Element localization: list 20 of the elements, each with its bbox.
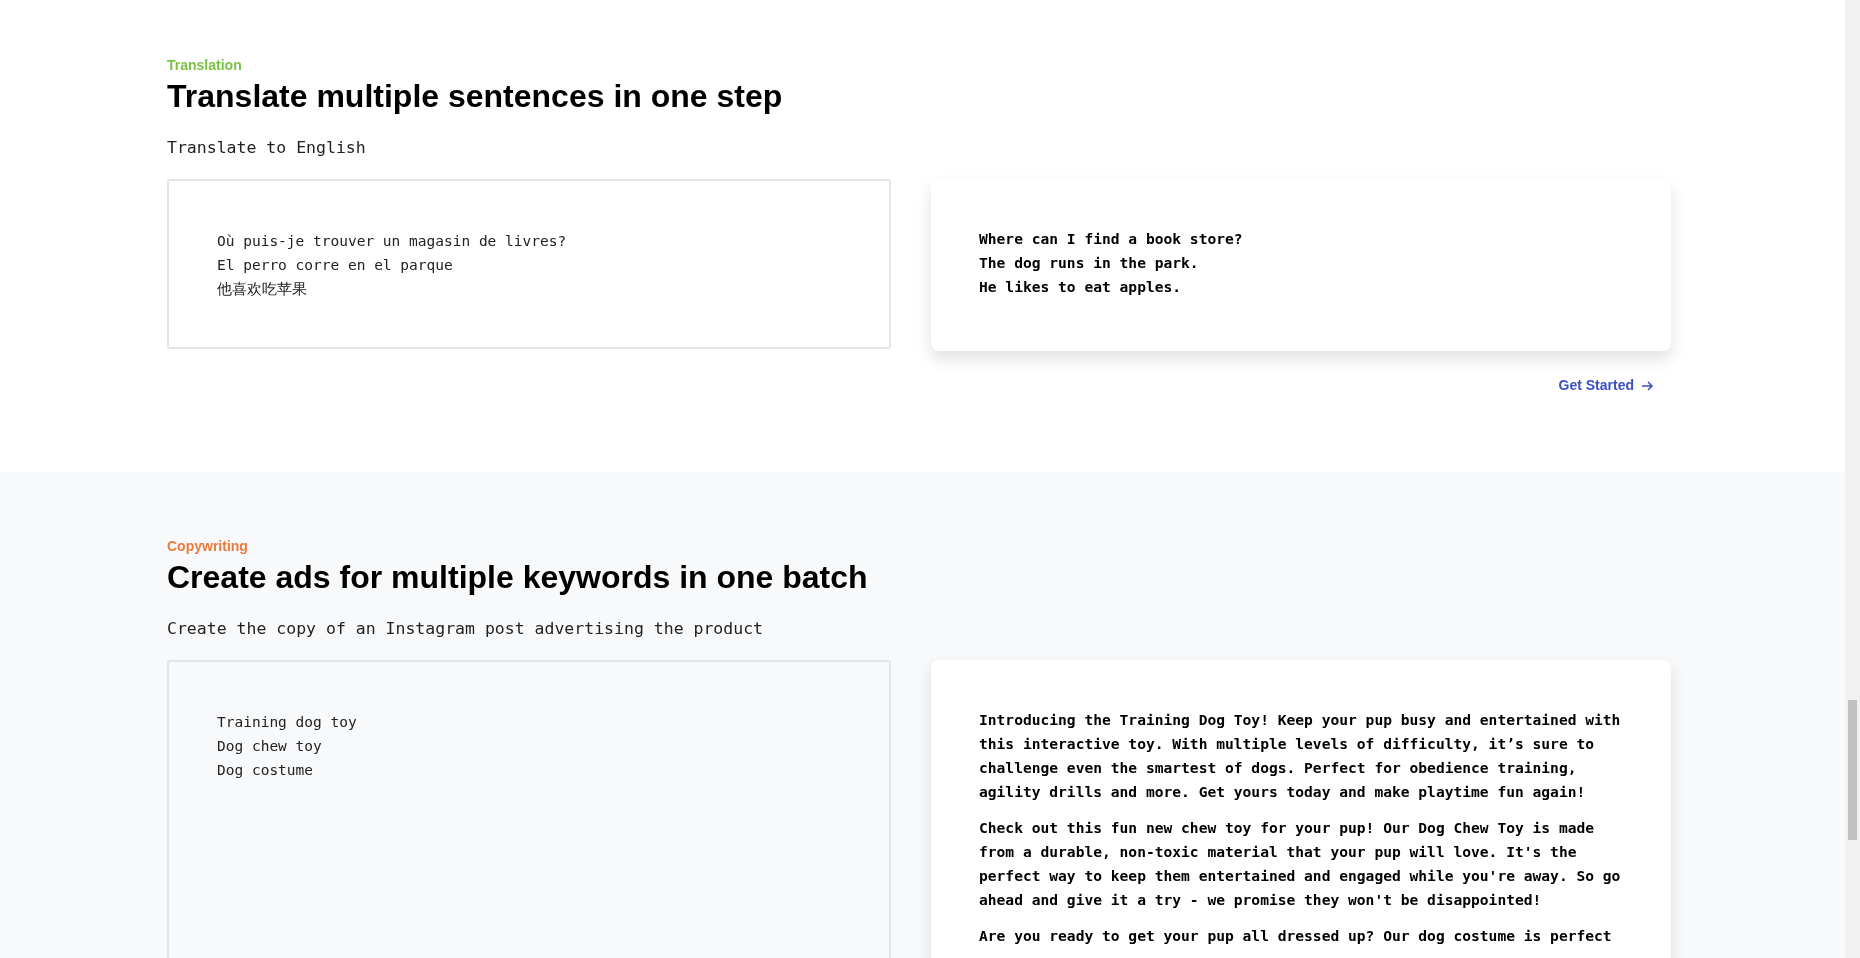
output-text: Introducing the Training Dog Toy! Keep your pup busy and entertained with this interactive toy. With multiple levels of difficulty, it’s sure to challenge even the smartest of dogs. Perfect for obedience training, agility drills and more. Get yours today and make playtime fun again! [979, 710, 1622, 802]
input-line: Dog costume [217, 761, 314, 780]
prompt-instruction: Translate to English [167, 137, 366, 159]
output-text: Check out this fun new chew toy for your pup! Our Dog Chew Toy is made from a durable, non-toxic material that your pup will love. It's the perfect way to keep them entertained and engaged while you're away. So go ahead and give it a try - we promise they won't be disappointed! [979, 818, 1622, 910]
input-line: Training dog toy [217, 713, 357, 732]
output-text: Are you ready to get your pup all dressed up? Our dog costume is perfect [979, 926, 1613, 946]
input-line: Dog chew toy [217, 737, 322, 756]
scrollbar[interactable] [1845, 0, 1860, 958]
scrollbar-thumb[interactable] [1848, 700, 1857, 840]
input-line: El perro corre en el parque [217, 256, 453, 275]
section-heading: Create ads for multiple keywords in one batch [167, 558, 868, 597]
arrow-right-icon [1640, 378, 1654, 393]
input-line: 他喜欢吃苹果 [217, 280, 307, 299]
get-started-link[interactable]: Get Started [1558, 375, 1654, 396]
output-text: Where can I find a book store? The dog runs in the park. He likes to eat apples. [979, 229, 1244, 297]
section-eyebrow: Copywriting [167, 537, 248, 555]
section-eyebrow: Translation [167, 56, 242, 74]
prompt-instruction: Create the copy of an Instagram post advertising the product [167, 618, 764, 640]
input-line: Où puis-je trouver un magasin de livres? [217, 232, 567, 251]
section-heading: Translate multiple sentences in one step [167, 77, 783, 116]
